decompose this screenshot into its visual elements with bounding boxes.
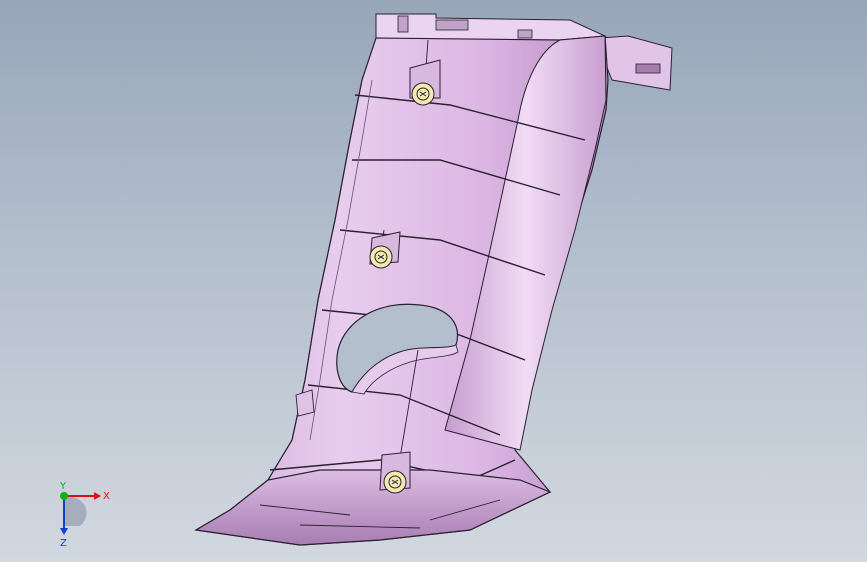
clip-fastener-icon[interactable] [383, 470, 407, 494]
foot-flange [194, 469, 552, 546]
axis-triad: X Y Z [59, 481, 110, 548]
z-axis-label: Z [60, 538, 67, 548]
bracket-slot [397, 15, 409, 33]
clip-fastener-icon[interactable] [369, 245, 393, 269]
pillar-trim-model[interactable] [0, 0, 867, 562]
graphics-viewport[interactable]: X Y Z [0, 0, 867, 562]
tab-slot [635, 63, 661, 74]
bracket-slot [435, 19, 469, 31]
right-mount-tab [599, 35, 673, 91]
y-axis-label: Y [59, 481, 67, 492]
x-axis-label: X [103, 491, 110, 502]
bracket-slot [517, 29, 533, 39]
triad-shadow [64, 496, 87, 526]
z-axis-arrow-icon [60, 528, 68, 535]
side-tab [295, 389, 315, 417]
x-axis-arrow-icon [94, 492, 101, 500]
y-axis-dot-icon [60, 492, 68, 500]
clip-fastener-icon[interactable] [411, 82, 435, 106]
